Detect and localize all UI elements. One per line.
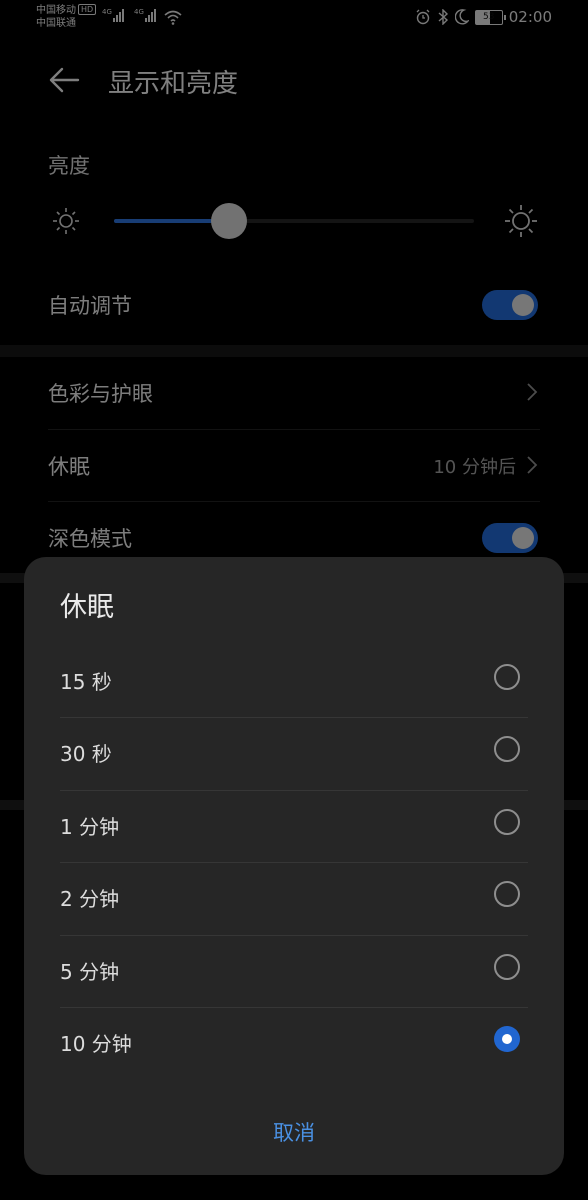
radio-button[interactable] (494, 664, 520, 690)
option-10min[interactable]: 10 分钟 (60, 1008, 528, 1080)
sleep-dialog: 休眠 15 秒 30 秒 1 分钟 2 分钟 5 分钟 10 分钟 取消 (24, 557, 564, 1175)
option-label: 10 分钟 (60, 1032, 132, 1056)
option-label: 30 秒 (60, 742, 112, 766)
radio-button[interactable] (494, 809, 520, 835)
radio-button[interactable] (494, 736, 520, 762)
option-label: 2 分钟 (60, 887, 120, 911)
option-2min[interactable]: 2 分钟 (60, 863, 528, 935)
radio-button[interactable] (494, 954, 520, 980)
option-5min[interactable]: 5 分钟 (60, 936, 528, 1008)
option-label: 5 分钟 (60, 960, 120, 984)
option-label: 1 分钟 (60, 815, 120, 839)
option-15s[interactable]: 15 秒 (60, 646, 528, 718)
dialog-title: 休眠 (60, 592, 114, 623)
option-30s[interactable]: 30 秒 (60, 718, 528, 790)
cancel-button[interactable]: 取消 (24, 1117, 564, 1147)
option-label: 15 秒 (60, 670, 112, 694)
radio-button-selected[interactable] (494, 1026, 520, 1052)
radio-button[interactable] (494, 881, 520, 907)
option-1min[interactable]: 1 分钟 (60, 791, 528, 863)
